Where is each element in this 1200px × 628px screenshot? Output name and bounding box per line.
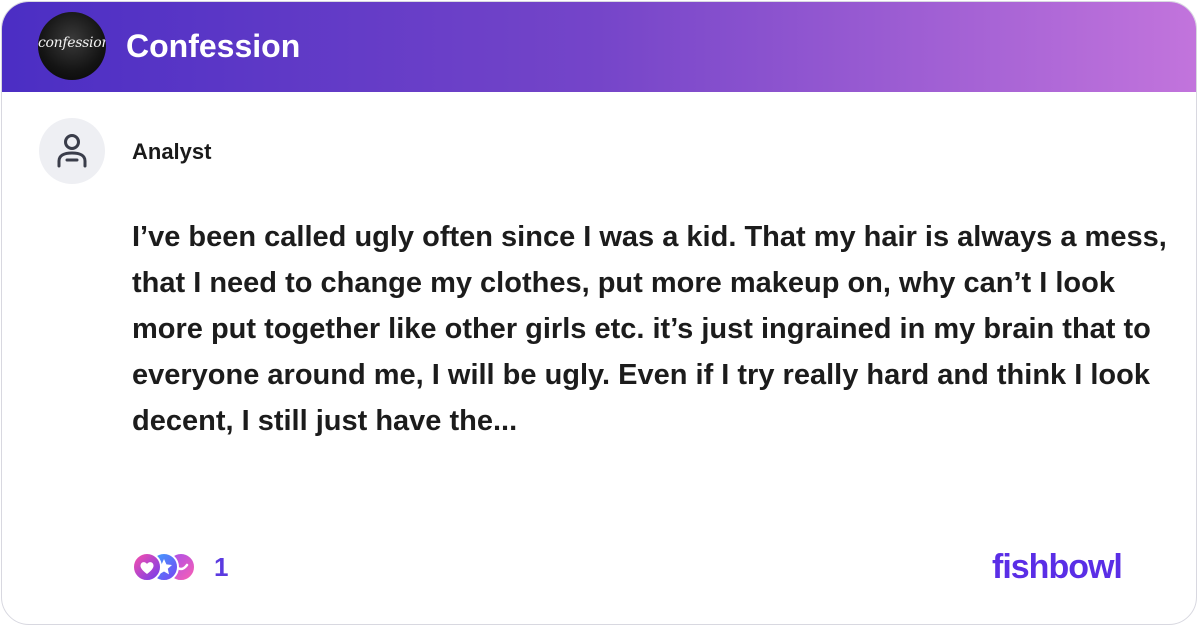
author-name[interactable]: Analyst bbox=[132, 139, 211, 165]
avatar[interactable] bbox=[39, 118, 105, 184]
user-icon bbox=[57, 134, 87, 168]
fishbowl-logo[interactable]: fishbowl bbox=[992, 547, 1123, 587]
post-card[interactable]: confession Confession Analyst I’ve been … bbox=[1, 1, 1197, 625]
reactions-icons[interactable] bbox=[131, 551, 201, 583]
reaction-count[interactable]: 1 bbox=[214, 551, 228, 583]
bowl-logo[interactable]: confession bbox=[38, 12, 106, 80]
bowl-logo-text: confession bbox=[38, 35, 106, 51]
bowl-name[interactable]: Confession bbox=[126, 26, 300, 66]
post-text: I’ve been called ugly often since I was … bbox=[132, 221, 1167, 437]
bowl-header: confession Confession bbox=[2, 2, 1196, 92]
heart-reaction-icon bbox=[132, 552, 162, 582]
